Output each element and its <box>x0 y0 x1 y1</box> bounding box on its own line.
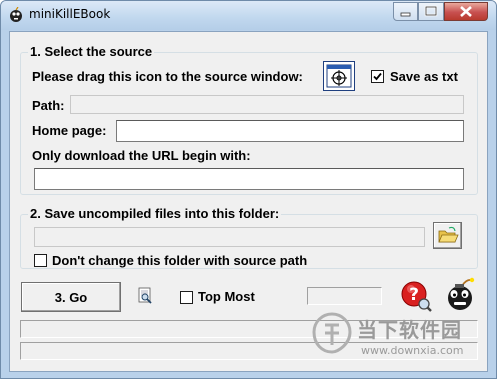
browse-folder-button[interactable] <box>433 222 462 249</box>
top-most-checkbox[interactable] <box>180 291 193 304</box>
bomb-icon[interactable] <box>442 276 478 312</box>
open-folder-icon <box>438 226 459 243</box>
source-group-title: 1. Select the source <box>28 44 155 60</box>
url-prefix-input[interactable] <box>35 169 463 189</box>
help-question-icon[interactable]: ? <box>400 280 432 312</box>
dont-change-folder-label: Don't change this folder with source pat… <box>52 253 308 268</box>
svg-text:?: ? <box>409 285 419 305</box>
main-window: miniKillEBook 1. Select the source Pleas… <box>0 0 497 379</box>
save-as-txt-checkbox[interactable] <box>371 70 384 83</box>
save-as-txt-label: Save as txt <box>390 69 458 84</box>
folder-group-title: 2. Save uncompiled files into this folde… <box>28 206 282 222</box>
watermark-url: www.downxia.com <box>361 344 464 357</box>
path-field <box>70 95 464 114</box>
home-page-input[interactable] <box>117 121 463 141</box>
crosshair-target-icon <box>326 64 352 88</box>
close-button[interactable] <box>444 2 488 21</box>
path-label: Path: <box>32 98 65 113</box>
checkmark-icon <box>373 72 382 81</box>
url-prefix-label: Only download the URL begin with: <box>32 148 251 163</box>
progress-indicator <box>307 287 382 305</box>
folder-input <box>35 228 424 246</box>
go-button[interactable]: 3. Go <box>21 282 121 312</box>
magnifier-page-icon[interactable] <box>137 287 153 305</box>
folder-field <box>34 227 425 247</box>
maximize-button[interactable] <box>418 2 444 21</box>
path-input <box>71 96 463 113</box>
watermark-brand: 当下软件园 <box>357 318 462 342</box>
home-page-label: Home page: <box>32 123 107 138</box>
title-bar[interactable]: miniKillEBook <box>1 1 496 30</box>
bomb-icon <box>8 6 24 23</box>
top-most-label: Top Most <box>198 289 255 304</box>
home-page-field[interactable] <box>116 120 464 142</box>
minimize-button[interactable] <box>393 2 418 21</box>
watermark-logo-icon <box>312 312 352 354</box>
url-prefix-field[interactable] <box>34 168 464 190</box>
dont-change-folder-checkbox[interactable] <box>34 254 47 267</box>
drag-target-button[interactable] <box>323 61 355 91</box>
drag-icon-label: Please drag this icon to the source wind… <box>32 69 303 84</box>
window-title: miniKillEBook <box>29 7 111 21</box>
